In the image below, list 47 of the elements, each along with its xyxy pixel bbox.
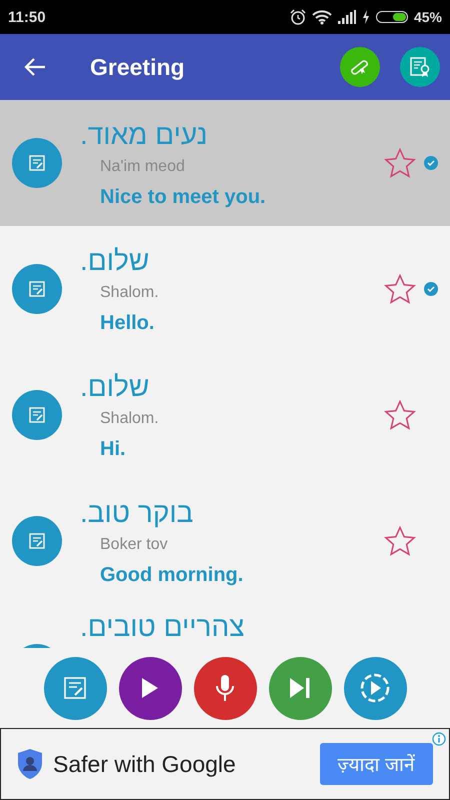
transliteration: Boker tov: [100, 536, 169, 554]
notes-icon: [29, 533, 45, 549]
screen-title: Greeting: [90, 54, 185, 80]
hebrew-phrase: צהריים טובים.: [80, 610, 244, 644]
battery-icon: [376, 11, 408, 23]
scroll-icon: [349, 58, 371, 76]
autoplay-icon: [359, 672, 391, 704]
note-button[interactable]: [12, 390, 62, 440]
diploma-button[interactable]: [340, 47, 380, 87]
star-icon[interactable]: [384, 400, 416, 430]
hebrew-phrase: נעים מאוד.: [80, 118, 208, 152]
star-icon[interactable]: [384, 526, 416, 556]
note-button[interactable]: [12, 264, 62, 314]
english-translation: Hello.: [100, 312, 156, 334]
alarm-icon: [290, 9, 306, 25]
play-icon: [141, 677, 159, 699]
learn-more-button[interactable]: ज़्यादा जानें: [320, 743, 433, 785]
signal-icon: [338, 10, 356, 24]
skip-next-icon: [289, 677, 311, 699]
notes-icon: [29, 281, 45, 297]
english-translation: Hi.: [100, 438, 127, 460]
hebrew-phrase: בוקר טוב.: [80, 496, 194, 530]
clock-time: 11:50: [8, 8, 46, 26]
back-arrow-icon[interactable]: [24, 58, 46, 76]
wifi-icon: [312, 9, 332, 25]
info-icon[interactable]: [432, 732, 446, 746]
charging-icon: [362, 10, 370, 24]
notes-icon: [29, 155, 45, 171]
certificate-button[interactable]: [400, 47, 440, 87]
transliteration: Na'im meod: [100, 158, 186, 176]
certificate-icon: [409, 56, 431, 78]
ad-headline: Safer with Google: [53, 750, 236, 778]
transliteration: Shalom.: [100, 284, 160, 302]
shield-icon: [17, 748, 43, 780]
notes-icon: [64, 677, 86, 699]
hebrew-phrase: שלום.: [80, 370, 150, 404]
english-translation: Nice to meet you.: [100, 186, 267, 208]
note-button[interactable]: [12, 138, 62, 188]
transliteration: Shalom.: [100, 410, 160, 428]
star-icon[interactable]: [384, 274, 416, 304]
note-button[interactable]: [12, 516, 62, 566]
english-translation: Good morning.: [100, 564, 244, 586]
battery-percent: 45%: [414, 9, 442, 25]
notes-icon: [29, 407, 45, 423]
star-icon[interactable]: [384, 148, 416, 178]
microphone-icon: [215, 674, 235, 702]
hebrew-phrase: שלום.: [80, 244, 150, 278]
